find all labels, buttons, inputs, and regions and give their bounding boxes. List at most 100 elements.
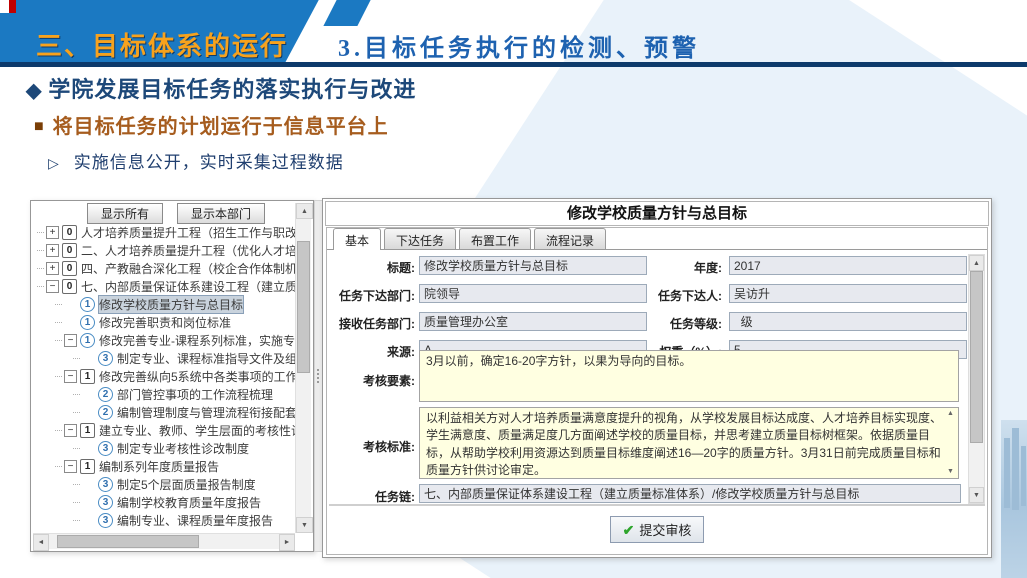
tree-item-label[interactable]: 二、人才培养质量提升工程（优化人才培: [81, 242, 296, 259]
form-main: 基本下达任务布置工作流程记录 标题: 年度: 任务下达部门: 任务下达人: 接收…: [326, 227, 988, 555]
form-vscroll-thumb[interactable]: [970, 271, 983, 443]
tree-item[interactable]: 3编制学校教育质量年度报告: [33, 493, 296, 511]
collapse-icon[interactable]: −: [64, 370, 77, 383]
tree-item-label[interactable]: 修改学校质量方针与总目标: [99, 296, 243, 313]
tree-connector-line: [73, 394, 80, 395]
textarea-scroll-down-icon[interactable]: ▼: [947, 468, 954, 475]
tree-item[interactable]: −1 编制系列年度质量报告: [33, 457, 296, 475]
tree-filter-buttons: 显示所有显示本部门: [87, 203, 265, 224]
issue-dept-input[interactable]: [419, 284, 647, 303]
tab-1[interactable]: 下达任务: [384, 228, 456, 249]
tree-hscroll-thumb[interactable]: [57, 535, 199, 548]
task-count-badge: 0: [62, 279, 77, 294]
field-label-title: 标题:: [335, 259, 415, 276]
numbered-circle-icon: 1: [80, 315, 95, 330]
tree-connector-line: [73, 448, 80, 449]
tab-0[interactable]: 基本: [333, 228, 381, 250]
tree-item[interactable]: −1修改完善专业-课程系列标准，实施专: [33, 331, 296, 349]
tree-filter-button-1[interactable]: 显示本部门: [177, 203, 265, 224]
collapse-icon[interactable]: −: [46, 280, 59, 293]
tree-connector-line: [55, 304, 62, 305]
tree-item-label[interactable]: 制定专业、课程标准指导文件及组: [117, 350, 296, 367]
expand-icon[interactable]: +: [46, 226, 59, 239]
field-label-issuer: 任务下达人:: [647, 287, 722, 304]
scroll-left-icon[interactable]: ◄: [33, 534, 49, 551]
field-label-source: 来源:: [335, 343, 415, 360]
tree-vertical-scrollbar[interactable]: ▲ ▼: [295, 203, 311, 533]
numbered-circle-icon: 2: [98, 405, 113, 420]
tree-item-label[interactable]: 编制系列年度质量报告: [99, 458, 219, 475]
section-title: 三、目标体系的运行: [36, 26, 288, 63]
tree-item[interactable]: 2 编制管理制度与管理流程衔接配套: [33, 403, 296, 421]
tree-item[interactable]: 3 制定专业、课程标准指导文件及组: [33, 349, 296, 367]
tree-item-label[interactable]: 修改完善职责和岗位标准: [99, 314, 231, 331]
scroll-down-icon[interactable]: ▼: [296, 517, 313, 533]
tab-3[interactable]: 流程记录: [534, 228, 606, 249]
bullet-level1: ◆ 学院发展目标任务的落实执行与改进: [26, 72, 416, 104]
collapse-icon[interactable]: −: [64, 424, 77, 437]
numbered-circle-icon: 3: [98, 477, 113, 492]
elements-textarea[interactable]: 3月以前，确定16-20字方针，以果为导向的目标。: [419, 350, 959, 402]
bullet-level1-text: 学院发展目标任务的落实执行与改进: [48, 77, 416, 102]
bullet-level3-text: 实施信息公开，实时采集过程数据: [74, 153, 344, 172]
submit-label: 提交审核: [639, 523, 691, 538]
expand-icon[interactable]: +: [46, 262, 59, 275]
collapse-icon[interactable]: −: [64, 334, 77, 347]
submit-review-button[interactable]: ✔ 提交审核: [610, 516, 705, 543]
tree-item[interactable]: +0 人才培养质量提升工程（招生工作与职改: [33, 223, 296, 241]
tab-2[interactable]: 布置工作: [459, 228, 531, 249]
year-input[interactable]: [729, 256, 967, 275]
collapse-icon[interactable]: −: [64, 460, 77, 473]
form-vertical-scrollbar[interactable]: ▲ ▼: [968, 254, 985, 504]
task-tree-panel: 显示所有显示本部门 +0人才培养质量提升工程（招生工作与职改+0二、人才培养质量…: [30, 200, 314, 552]
tree-item-label[interactable]: 编制学校教育质量年度报告: [117, 494, 261, 511]
task-count-badge: 0: [62, 225, 77, 240]
tree-vscroll-thumb[interactable]: [297, 241, 310, 373]
issuer-input[interactable]: [729, 284, 967, 303]
numbered-circle-icon: 3: [98, 351, 113, 366]
tree-item-label[interactable]: 制定专业考核性诊改制度: [117, 440, 249, 457]
tree-item-label[interactable]: 修改完善专业-课程系列标准，实施专: [99, 332, 295, 349]
tree-item[interactable]: +0二、人才培养质量提升工程（优化人才培: [33, 241, 296, 259]
tree-item-label[interactable]: 编制管理制度与管理流程衔接配套: [117, 404, 296, 421]
tree-item[interactable]: 3 制定5个层面质量报告制度: [33, 475, 296, 493]
scroll-down-icon[interactable]: ▼: [969, 487, 984, 503]
level-input[interactable]: [729, 312, 967, 331]
tree-item-label[interactable]: 人才培养质量提升工程（招生工作与职改: [81, 224, 296, 241]
tree-filter-button-0[interactable]: 显示所有: [87, 203, 163, 224]
tree-item[interactable]: 3制定专业考核性诊改制度: [33, 439, 296, 457]
tree-item[interactable]: −1建立专业、教师、学生层面的考核性诊: [33, 421, 296, 439]
scroll-up-icon[interactable]: ▲: [296, 203, 313, 219]
tree-item-label[interactable]: 七、内部质量保证体系建设工程（建立质: [81, 278, 296, 295]
tree-item-label[interactable]: 修改完善纵向5系统中各类事项的工作: [99, 368, 296, 385]
scroll-right-icon[interactable]: ►: [279, 534, 295, 551]
tree-item[interactable]: −0 七、内部质量保证体系建设工程（建立质: [33, 277, 296, 295]
tree-item-label[interactable]: 制定5个层面质量报告制度: [117, 476, 256, 493]
standard-textarea[interactable]: 以利益相关方对人才培养质量满意度提升的视角，从学校发展目标达成度、人才培养目标实…: [419, 407, 959, 479]
tree-connector-line: [73, 358, 80, 359]
tree-item[interactable]: 1 修改完善职责和岗位标准: [33, 313, 296, 331]
tree-horizontal-scrollbar[interactable]: ◄ ►: [33, 533, 295, 549]
tree-item-label[interactable]: 四、产教融合深化工程（校企合作体制机: [81, 260, 296, 277]
textarea-scroll-up-icon[interactable]: ▲: [947, 410, 954, 417]
tree-item[interactable]: 2部门管控事项的工作流程梳理: [33, 385, 296, 403]
header-white-notch: [0, 0, 9, 13]
expand-icon[interactable]: +: [46, 244, 59, 257]
diamond-bullet-icon: ◆: [26, 80, 42, 102]
tree-item[interactable]: −1修改完善纵向5系统中各类事项的工作: [33, 367, 296, 385]
tree-connector-line: [55, 466, 62, 467]
scroll-up-icon[interactable]: ▲: [969, 255, 984, 271]
tree-item[interactable]: 3编制专业、课程质量年度报告: [33, 511, 296, 529]
tree-item-label[interactable]: 建立专业、教师、学生层面的考核性诊: [99, 422, 296, 439]
check-icon: ✔: [623, 522, 635, 538]
numbered-circle-icon: 1: [80, 297, 95, 312]
task-count-badge: 1: [80, 459, 95, 474]
recv-dept-input[interactable]: [419, 312, 647, 331]
tree-item[interactable]: +0四、产教融合深化工程（校企合作体制机: [33, 259, 296, 277]
form-footer: ✔ 提交审核: [329, 504, 985, 552]
tree-item-label[interactable]: 部门管控事项的工作流程梳理: [117, 386, 273, 403]
chain-input[interactable]: [419, 484, 961, 503]
title-input[interactable]: [419, 256, 647, 275]
tree-item-label[interactable]: 编制专业、课程质量年度报告: [117, 512, 273, 529]
tree-item[interactable]: 1 修改学校质量方针与总目标: [33, 295, 296, 313]
